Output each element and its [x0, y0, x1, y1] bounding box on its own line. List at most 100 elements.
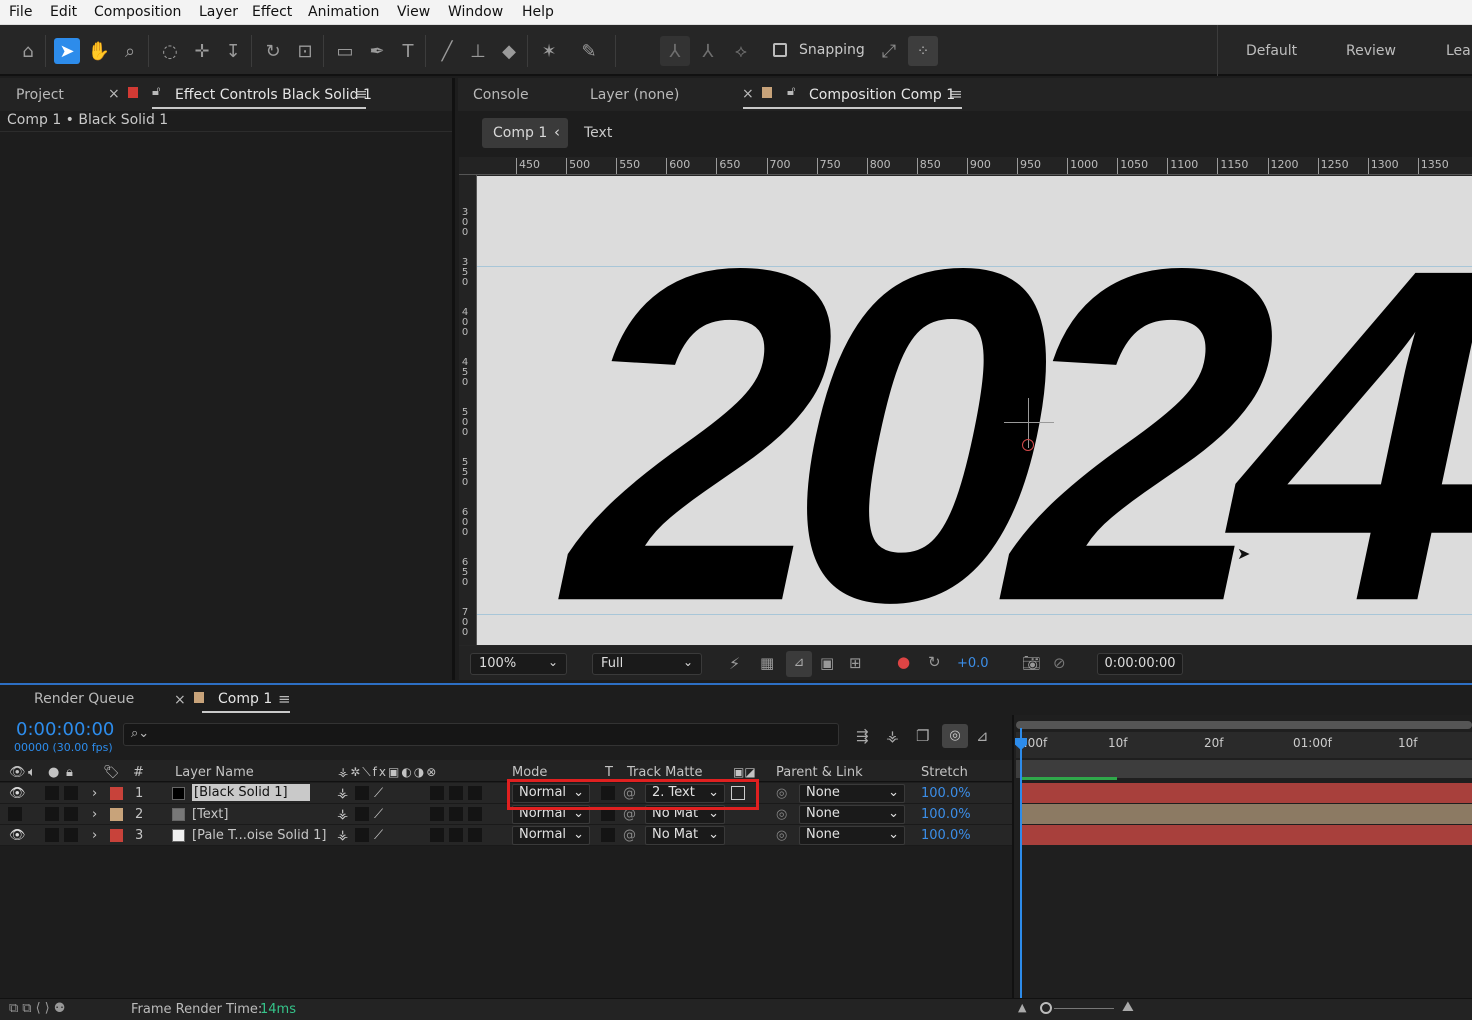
snapping-checkbox[interactable] — [773, 43, 787, 57]
zoom-dropdown[interactable]: 100% ⌄ — [470, 653, 567, 675]
3d-switch[interactable] — [468, 786, 482, 800]
shy-switch-icon[interactable]: ⚶ — [337, 786, 348, 801]
menu-file[interactable]: File — [9, 4, 32, 20]
layer-bar-3[interactable] — [1021, 825, 1472, 845]
tab-effect-controls[interactable]: Effect Controls Black Solid 1 — [175, 87, 372, 103]
track-matte-dropdown[interactable]: No Mat ⌄ — [645, 826, 725, 845]
layer-row[interactable]: 👁︎ › 3 [Pale T...oise Solid 1] ⚶ ⟋ Norma… — [0, 825, 1012, 846]
tab-layer[interactable]: Layer (none) — [590, 87, 679, 103]
fast-previews-icon[interactable]: ⚡ — [729, 654, 740, 673]
stretch-value[interactable]: 100.0% — [921, 807, 971, 822]
collapse-switch[interactable] — [355, 807, 369, 821]
close-icon[interactable]: × — [174, 692, 186, 708]
panel-menu-icon[interactable]: ≡ — [355, 85, 368, 103]
graph-editor-icon[interactable]: ⊿ — [976, 727, 989, 745]
zoom-in-icon[interactable]: ⛰ — [1122, 999, 1134, 1015]
world-axis-icon[interactable]: ⅄ — [695, 38, 721, 64]
workspace-learn[interactable]: Lear — [1446, 43, 1472, 59]
close-icon[interactable]: × — [108, 86, 120, 102]
view-axis-icon[interactable]: ⟡ — [728, 38, 754, 64]
stretch-value[interactable]: 100.0% — [921, 828, 971, 843]
zoom-slider-track[interactable] — [1054, 1008, 1114, 1009]
tab-composition[interactable]: Composition Comp 1 — [809, 87, 955, 103]
motion-blur-icon[interactable]: ◎ — [942, 724, 968, 748]
tab-project[interactable]: Project — [16, 87, 64, 103]
snap-edge-icon[interactable]: ⤢ — [876, 38, 902, 64]
layer-label-color[interactable] — [110, 829, 123, 842]
menu-help[interactable]: Help — [522, 4, 554, 20]
eye-icon[interactable]: 👁︎ — [9, 786, 26, 801]
selection-tool-icon[interactable]: ➤ — [54, 38, 80, 64]
shy-switch-icon[interactable]: ⚶ — [337, 828, 348, 843]
menu-effect[interactable]: Effect — [252, 4, 292, 20]
quality-switch-icon[interactable]: ⟋ — [374, 807, 383, 822]
color-management-icon[interactable]: ↻ — [928, 653, 941, 671]
rectangle-tool-icon[interactable]: ▭ — [332, 38, 358, 64]
resolution-dropdown[interactable]: Full ⌄ — [592, 653, 702, 675]
layer-label-color[interactable] — [110, 808, 123, 821]
eye-icon[interactable]: 👁︎ — [9, 828, 26, 843]
solo-toggle[interactable] — [45, 786, 59, 800]
comp-nav-child[interactable]: Text — [584, 125, 612, 141]
lock-toggle[interactable] — [64, 807, 78, 821]
menu-composition[interactable]: Composition — [94, 4, 181, 20]
snapshot-camera-icon[interactable]: 📷︎ — [1022, 654, 1041, 672]
adjustment-switch[interactable] — [449, 786, 463, 800]
adjustment-switch[interactable] — [449, 807, 463, 821]
exposure-value[interactable]: +0.0 — [957, 656, 989, 671]
lock-toggle[interactable] — [64, 828, 78, 842]
layer-bar-2[interactable] — [1021, 804, 1472, 824]
parent-dropdown[interactable]: None ⌄ — [799, 805, 905, 824]
layer-name[interactable]: [Text] — [192, 807, 228, 822]
3d-switch[interactable] — [468, 807, 482, 821]
layer-row[interactable]: 👁︎ › 1 [Black Solid 1] ⚶ ⟋ Normal ⌄ @ 2. … — [0, 783, 1012, 804]
workspace-review[interactable]: Review — [1346, 43, 1396, 59]
roto-brush-tool-icon[interactable]: ✶ — [536, 38, 562, 64]
solo-toggle[interactable] — [45, 807, 59, 821]
dolly-camera-icon[interactable]: ↧ — [220, 38, 246, 64]
chevron-right-icon[interactable]: › — [92, 786, 97, 801]
zoom-slider-handle[interactable] — [1040, 1002, 1052, 1014]
home-icon[interactable]: ⌂ — [15, 38, 41, 64]
shy-layers-icon[interactable]: ⚶ — [886, 727, 899, 745]
chevron-right-icon[interactable]: › — [92, 828, 97, 843]
layer-label-color[interactable] — [110, 787, 123, 800]
footer-toggle-icons[interactable]: ⧉⧉⟨⟩⚉ — [9, 1001, 69, 1016]
mode-dropdown[interactable]: Normal ⌄ — [512, 826, 590, 845]
comp-canvas[interactable]: 2024 ➤ — [477, 176, 1472, 645]
collapse-switch[interactable] — [355, 828, 369, 842]
matte-pickwhip-icon[interactable]: @ — [623, 828, 636, 843]
motion-blur-switch[interactable] — [430, 828, 444, 842]
layer-row[interactable]: › 2 [Text] ⚶ ⟋ Normal ⌄ @ No Mat ⌄ ◎ None ⌄… — [0, 804, 1012, 825]
eye-toggle[interactable] — [8, 807, 22, 821]
zoom-tool-icon[interactable]: ⌕ — [117, 38, 143, 64]
transparency-grid-icon[interactable]: ▦ — [760, 654, 774, 672]
stretch-value[interactable]: 100.0% — [921, 786, 971, 801]
menu-animation[interactable]: Animation — [308, 4, 379, 20]
tab-comp-1[interactable]: Comp 1 — [218, 691, 272, 707]
panel-menu-icon[interactable]: ≡ — [950, 85, 963, 103]
channel-icon[interactable]: ● — [897, 653, 910, 671]
show-snapshot-icon[interactable]: ⊘ — [1053, 654, 1066, 672]
motion-blur-switch[interactable] — [430, 786, 444, 800]
chevron-right-icon[interactable]: › — [92, 807, 97, 822]
menu-layer[interactable]: Layer — [199, 4, 238, 20]
search-input[interactable] — [123, 723, 839, 746]
layer-name[interactable]: [Pale T...oise Solid 1] — [192, 828, 326, 843]
rotate-tool-icon[interactable]: ↻ — [260, 38, 286, 64]
pan-camera-icon[interactable]: ✛ — [189, 38, 215, 64]
motion-blur-switch[interactable] — [430, 807, 444, 821]
adjustment-switch[interactable] — [449, 828, 463, 842]
layer-bar-1[interactable] — [1021, 783, 1472, 803]
collapse-switch[interactable] — [355, 786, 369, 800]
parent-pickwhip-icon[interactable]: ◎ — [776, 786, 787, 801]
lock-toggle[interactable] — [64, 786, 78, 800]
anchor-point-icon[interactable] — [1022, 439, 1034, 451]
brush-tool-icon[interactable]: ╱ — [434, 38, 460, 64]
lock-icon[interactable]: 🔓︎ — [787, 84, 795, 99]
eraser-tool-icon[interactable]: ◆ — [496, 38, 522, 64]
quality-switch-icon[interactable]: ⟋ — [374, 828, 383, 843]
parent-dropdown[interactable]: None ⌄ — [799, 826, 905, 845]
anchor-point-tool-icon[interactable]: ⊡ — [292, 38, 318, 64]
workspace-default[interactable]: Default — [1246, 43, 1297, 59]
